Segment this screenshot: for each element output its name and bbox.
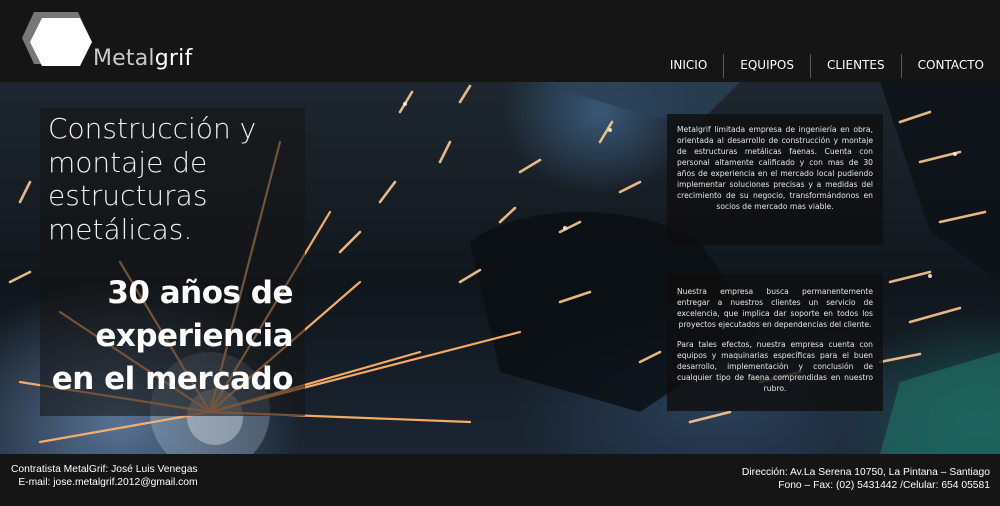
footer-address-block: Dirección: Av.La Serena 10750, La Pintan…	[742, 466, 990, 492]
nav-item-inicio[interactable]: INICIO	[654, 54, 723, 78]
company-description-text: Metalgrif limitada empresa de ingeniería…	[677, 125, 873, 211]
nav-item-contacto[interactable]: CONTACTO	[900, 54, 1000, 78]
logo[interactable]: Metalgrif	[20, 10, 200, 72]
company-description-box: Metalgrif limitada empresa de ingeniería…	[667, 114, 883, 245]
footer-address: Dirección: Av.La Serena 10750, La Pintan…	[741, 467, 990, 478]
hexagon-logo-icon	[22, 12, 92, 66]
brand-name-bold: grif	[154, 46, 193, 71]
services-paragraph-1: Nuestra empresa busca permanentemente en…	[677, 287, 873, 329]
brand-name: Metalgrif	[93, 46, 192, 71]
brand-name-light: Metal	[93, 46, 155, 71]
nav-item-equipos[interactable]: EQUIPOS	[723, 54, 810, 78]
services-description-box: Nuestra empresa busca permanentemente en…	[667, 274, 883, 411]
services-paragraph-2: Para tales efectos, nuestra empresa cuen…	[677, 340, 873, 393]
site-header: Metalgrif INICIO EQUIPOS CLIENTES CONTAC…	[0, 0, 1000, 82]
footer-contractor: Contratista MetalGrif: José Luis Venegas	[11, 464, 198, 475]
footer-phones: Fono – Fax: (02) 5431442 /Celular: 654 0…	[778, 480, 990, 492]
nav-item-clientes[interactable]: CLIENTES	[809, 54, 901, 78]
hero-headline: Construcción y montaje de estructuras me…	[48, 112, 257, 246]
main-nav: INICIO EQUIPOS CLIENTES CONTACTO	[654, 54, 1000, 78]
hero-banner: Construcción y montaje de estructuras me…	[0, 82, 1000, 454]
hero-subline: 30 años de experiencia en el mercado	[51, 275, 294, 397]
footer-contact: Contratista MetalGrif: José Luis Venegas…	[11, 463, 198, 489]
footer-email[interactable]: E-mail: jose.metalgrif.2012@gmail.com	[11, 476, 197, 489]
site-footer: Contratista MetalGrif: José Luis Venegas…	[0, 454, 1000, 506]
